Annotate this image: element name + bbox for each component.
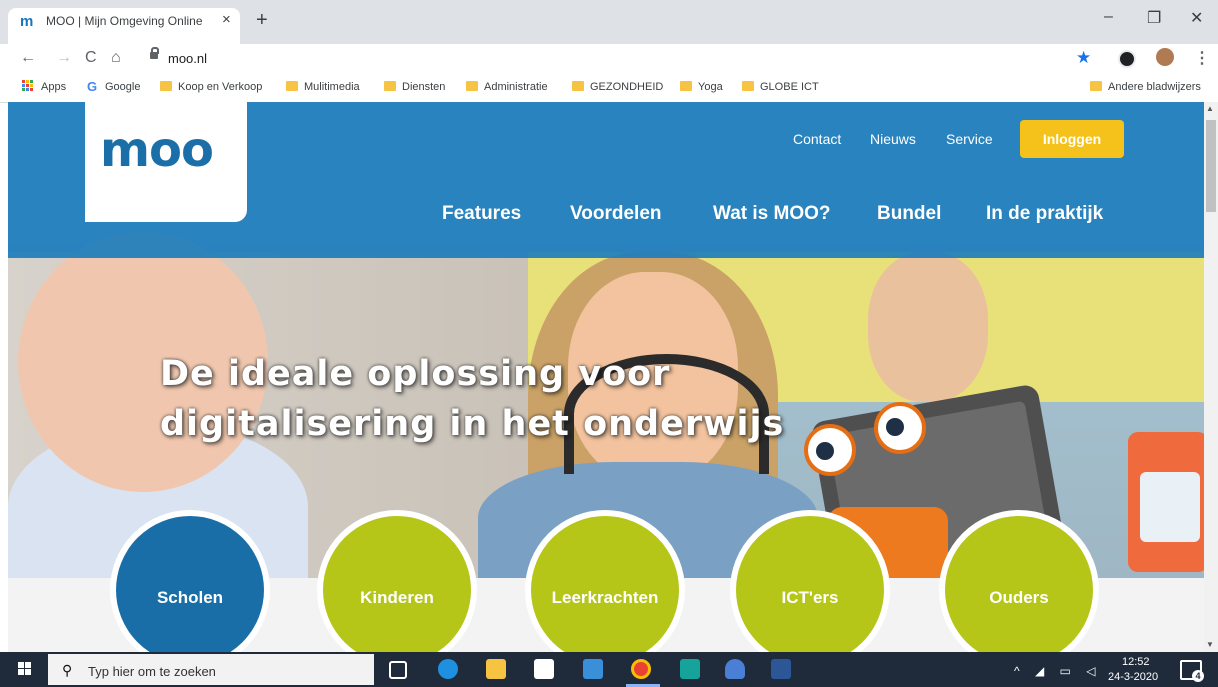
taskbar-search-placeholder: Typ hier om te zoeken <box>88 664 216 679</box>
bookmark-label: Andere bladwijzers <box>1108 81 1201 93</box>
nav-wat-is-moo[interactable]: Wat is MOO? <box>713 203 831 225</box>
back-button[interactable]: ← <box>20 49 36 67</box>
url-text[interactable]: moo.nl <box>168 51 207 66</box>
moo-logo[interactable]: moo <box>100 122 214 178</box>
mascot-eye <box>874 402 926 454</box>
edge-icon[interactable] <box>438 659 458 679</box>
forward-button[interactable]: → <box>56 49 72 67</box>
reload-button[interactable]: C <box>85 49 97 67</box>
folder-icon <box>680 81 692 91</box>
audience-label: Scholen <box>156 588 224 607</box>
search-icon: ⚲ <box>62 662 73 678</box>
bookmark-label: Yoga <box>698 81 723 93</box>
nav-features[interactable]: Features <box>442 203 521 225</box>
clock-date[interactable]: 24-3-2020 <box>1108 671 1158 683</box>
bookmark-folder[interactable]: GEZONDHEID <box>572 81 663 93</box>
hero-headline-line-2: digitalisering in het onderwijs <box>160 404 785 444</box>
notification-count-badge: 4 <box>1192 670 1204 682</box>
profile-avatar[interactable] <box>1156 48 1174 66</box>
bookmark-other[interactable]: Andere bladwijzers <box>1090 81 1201 93</box>
folder-icon <box>160 81 172 91</box>
lock-icon[interactable] <box>150 52 158 59</box>
nav-service[interactable]: Service <box>946 131 993 147</box>
nav-contact[interactable]: Contact <box>793 131 841 147</box>
bookmark-label: GEZONDHEID <box>590 81 664 93</box>
login-button[interactable]: Inloggen <box>1020 120 1124 158</box>
folder-icon <box>742 81 754 91</box>
new-tab-button[interactable]: + <box>256 9 268 32</box>
apps-grid-icon[interactable] <box>22 80 34 92</box>
bookmark-label: Mulitimedia <box>304 81 360 93</box>
bookmark-folder[interactable]: Yoga <box>680 81 723 93</box>
tab-close-icon[interactable]: × <box>222 11 231 28</box>
folder-icon <box>286 81 298 91</box>
google-icon: G <box>87 79 98 94</box>
store-icon[interactable] <box>534 659 554 679</box>
audience-label: Kinderen <box>360 588 434 607</box>
bookmark-folder[interactable]: GLOBE ICT <box>742 81 819 93</box>
bookmark-folder[interactable]: Diensten <box>384 81 445 93</box>
nav-nieuws[interactable]: Nieuws <box>870 131 916 147</box>
tab-title: MOO | Mijn Omgeving Online <box>46 14 203 28</box>
bookmark-apps[interactable]: Apps <box>41 81 66 93</box>
robot-face <box>1140 472 1200 542</box>
bookmark-google[interactable]: Google <box>105 81 140 93</box>
bookmark-folder[interactable]: Mulitimedia <box>286 81 360 93</box>
hero-child-right <box>868 252 988 402</box>
windows-start-icon[interactable] <box>18 662 32 676</box>
bookmark-label: Diensten <box>402 81 446 93</box>
audience-label: Ouders <box>989 588 1049 607</box>
bookmark-label: Koop en Verkoop <box>178 81 263 93</box>
minimize-button[interactable]: – <box>1104 8 1113 26</box>
app-icon[interactable] <box>725 659 745 679</box>
scroll-up-icon[interactable]: ▲ <box>1206 104 1214 113</box>
web-page: moo Contact Nieuws Service Inloggen Feat… <box>8 102 1204 652</box>
close-window-button[interactable]: ✕ <box>1190 8 1203 28</box>
bookmark-folder[interactable]: Administratie <box>466 81 548 93</box>
nav-bundel[interactable]: Bundel <box>877 203 941 225</box>
word-icon[interactable] <box>771 659 791 679</box>
bookmark-star-icon[interactable]: ★ <box>1076 48 1091 68</box>
home-button[interactable]: ⌂ <box>111 49 121 67</box>
hero-headline-line-1: De ideale oplossing voor <box>160 354 671 394</box>
audience-label: ICT'ers <box>781 588 839 607</box>
scroll-down-icon[interactable]: ▼ <box>1206 640 1214 649</box>
mail-icon[interactable] <box>583 659 603 679</box>
task-view-icon[interactable] <box>389 661 407 679</box>
sway-icon[interactable] <box>680 659 700 679</box>
clock-time[interactable]: 12:52 <box>1122 656 1150 668</box>
address-bar[interactable] <box>140 47 1080 73</box>
folder-icon <box>572 81 584 91</box>
moo-favicon-icon: m <box>20 13 34 30</box>
maximize-button[interactable]: ❐ <box>1147 8 1161 28</box>
extension-icon[interactable] <box>1118 50 1136 68</box>
bookmark-label: Administratie <box>484 81 548 93</box>
nav-in-de-praktijk[interactable]: In de praktijk <box>986 203 1103 225</box>
folder-icon <box>384 81 396 91</box>
folder-icon <box>466 81 478 91</box>
file-explorer-icon[interactable] <box>486 659 506 679</box>
scrollbar-thumb[interactable] <box>1206 120 1216 212</box>
chrome-menu-icon[interactable]: ⋮ <box>1194 48 1210 68</box>
audience-label: Leerkrachten <box>551 588 659 607</box>
bookmark-folder[interactable]: Koop en Verkoop <box>160 81 262 93</box>
bookmark-label: GLOBE ICT <box>760 81 819 93</box>
nav-voordelen[interactable]: Voordelen <box>570 203 662 225</box>
mascot-eye <box>804 424 856 476</box>
folder-icon <box>1090 81 1102 91</box>
system-tray-icons[interactable]: ^ ◢ ▭ ◁ <box>1014 664 1101 678</box>
chrome-icon[interactable] <box>631 659 651 679</box>
